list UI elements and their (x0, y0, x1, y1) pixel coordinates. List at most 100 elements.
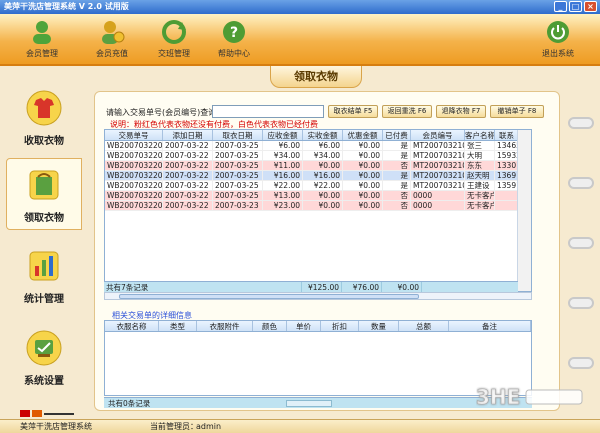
table-cell (495, 201, 519, 210)
table-cell: ¥0.00 (343, 151, 383, 160)
table-cell: ¥0.00 (343, 171, 383, 180)
detail-summary-row: 共有0条记录 (104, 397, 532, 408)
table-cell: WB20070322005 (107, 161, 163, 170)
horizontal-scrollbar[interactable] (104, 292, 532, 300)
column-header[interactable]: 已付费 (383, 130, 411, 140)
column-header[interactable]: 颜色 (253, 321, 287, 331)
table-cell: 134658 (495, 141, 519, 150)
power-icon (547, 21, 569, 43)
search-label: 请输入交易单号(会员编号)查询 (106, 108, 217, 117)
binder-ring (568, 177, 594, 189)
table-cell: MT20070321005 (411, 171, 465, 180)
table-cell: MT20070321001 (411, 141, 465, 150)
vertical-scrollbar[interactable] (517, 130, 531, 291)
table-row[interactable]: WB200703220022007-03-222007-03-25¥13.00¥… (105, 191, 531, 201)
table-cell: ¥0.00 (303, 191, 343, 200)
table-cell: 2007-03-22 (163, 181, 213, 190)
table-cell: 赵天明 (465, 171, 495, 180)
minimize-button[interactable]: _ (554, 1, 567, 12)
column-header[interactable]: 备注 (449, 321, 531, 331)
column-header[interactable]: 衣服附件 (197, 321, 253, 331)
toolbar-exit-system[interactable]: 退出系统 (530, 17, 586, 63)
nav-item-statistics[interactable]: 统计管理 (6, 240, 82, 312)
table-row[interactable]: WB200703220092007-03-222007-03-25¥6.00¥6… (105, 141, 531, 151)
nav-item-receive-clothes[interactable]: 收取衣物 (6, 82, 82, 154)
cancel-order-button[interactable]: 撤销单子 F8 (490, 105, 544, 118)
column-header[interactable]: 客户名称 (465, 130, 495, 140)
toolbar-help-center[interactable]: ? 帮助中心 (206, 17, 262, 63)
column-header[interactable]: 联系 (495, 130, 519, 140)
column-header[interactable]: 应收金额 (263, 130, 303, 140)
toolbar-shift-management[interactable]: 交班管理 (146, 17, 202, 63)
table-cell: ¥34.00 (263, 151, 303, 160)
status-operator-label: 当前管理员： (150, 422, 198, 431)
column-header[interactable]: 总额 (399, 321, 449, 331)
table-row[interactable]: WB200703220012007-03-222007-03-23¥23.00¥… (105, 201, 531, 211)
column-header[interactable]: 优惠金额 (343, 130, 383, 140)
table-cell: ¥6.00 (303, 141, 343, 150)
column-header[interactable]: 折扣 (321, 321, 359, 331)
close-button[interactable]: × (584, 1, 597, 12)
table-cell: ¥0.00 (343, 141, 383, 150)
table-row[interactable]: WB200703220032007-03-222007-03-25¥22.00¥… (105, 181, 531, 191)
orders-table-header: 交易单号 添加日期 取衣日期 应收金额 实收金额 优惠金额 已付费 会员编号 客… (105, 130, 531, 141)
column-header[interactable]: 实收金额 (303, 130, 343, 140)
status-system-name: 美萍干洗店管理系统 (20, 422, 92, 431)
table-cell: WB20070322008 (107, 151, 163, 160)
search-input[interactable] (212, 105, 324, 118)
table-row[interactable]: WB200703220052007-03-222007-03-25¥11.00¥… (105, 161, 531, 171)
checkout-button[interactable]: 取衣结单 F5 (328, 105, 378, 118)
binder-rings (562, 95, 600, 395)
svg-text:3HE: 3HE (476, 385, 520, 409)
table-cell: 2007-03-25 (213, 181, 263, 190)
table-cell: 是 (383, 181, 411, 190)
nav-item-system-settings[interactable]: 系统设置 (6, 322, 82, 394)
orders-summary-row: 共有7条记录 ¥125.00 ¥76.00 ¥0.00 (104, 281, 518, 292)
sum-received: ¥76.00 (342, 282, 382, 292)
table-cell: ¥0.00 (343, 181, 383, 190)
nav-item-collect-clothes[interactable]: 领取衣物 (6, 158, 82, 230)
table-cell: WB20070322009 (107, 141, 163, 150)
logo-mark (20, 410, 74, 417)
column-header[interactable]: 会员编号 (411, 130, 465, 140)
maximize-button[interactable]: □ (569, 1, 582, 12)
toolbar-member-management[interactable]: 会员管理 (14, 17, 70, 63)
table-cell: 张三 (465, 141, 495, 150)
column-header[interactable]: 数量 (359, 321, 399, 331)
binder-ring (568, 297, 594, 309)
nav-label: 收取衣物 (24, 136, 64, 147)
toolbar-label: 会员管理 (26, 49, 58, 58)
search-bar: 请输入交易单号(会员编号)查询 取衣结单 F5 返回重洗 F6 退降衣物 F7 … (106, 105, 556, 119)
table-cell: ¥0.00 (303, 201, 343, 210)
table-cell: ¥16.00 (303, 171, 343, 180)
scrollbar-thumb[interactable] (119, 294, 419, 299)
table-cell: WB20070322003 (107, 181, 163, 190)
detail-table-header: 衣服名称 类型 衣服附件 颜色 单价 折扣 数量 总额 备注 (105, 321, 531, 332)
table-cell: 否 (383, 161, 411, 170)
sum-discount: ¥0.00 (382, 282, 422, 292)
toolbar-member-recharge[interactable]: 会员充值 (84, 17, 140, 63)
return-clothes-button[interactable]: 退降衣物 F7 (436, 105, 486, 118)
main-toolbar: 会员管理 会员充值 交班管理 ? 帮助中心 退出系统 (0, 14, 600, 66)
column-header[interactable]: 取衣日期 (213, 130, 263, 140)
column-header[interactable]: 添加日期 (163, 130, 213, 140)
detail-scrollbar[interactable] (286, 400, 332, 407)
detail-record-count: 共有0条记录 (108, 399, 151, 408)
nav-label: 领取衣物 (24, 213, 64, 224)
column-header[interactable]: 单价 (287, 321, 321, 331)
table-cell: 东东 (465, 161, 495, 170)
nav-label: 统计管理 (24, 294, 64, 305)
table-cell: WB20070322001 (107, 201, 163, 210)
column-header[interactable]: 交易单号 (105, 130, 163, 140)
table-cell (495, 191, 519, 200)
column-header[interactable]: 衣服名称 (105, 321, 159, 331)
table-row[interactable]: WB200703220082007-03-222007-03-25¥34.00¥… (105, 151, 531, 161)
binder-ring (568, 117, 594, 129)
table-cell: MT20070321003 (411, 161, 465, 170)
table-cell: 133015 (495, 161, 519, 170)
table-cell: 是 (383, 151, 411, 160)
column-header[interactable]: 类型 (159, 321, 197, 331)
rewash-button[interactable]: 返回重洗 F6 (382, 105, 432, 118)
table-cell: 159321 (495, 151, 519, 160)
table-row[interactable]: WB200703220042007-03-222007-03-25¥16.00¥… (105, 171, 531, 181)
